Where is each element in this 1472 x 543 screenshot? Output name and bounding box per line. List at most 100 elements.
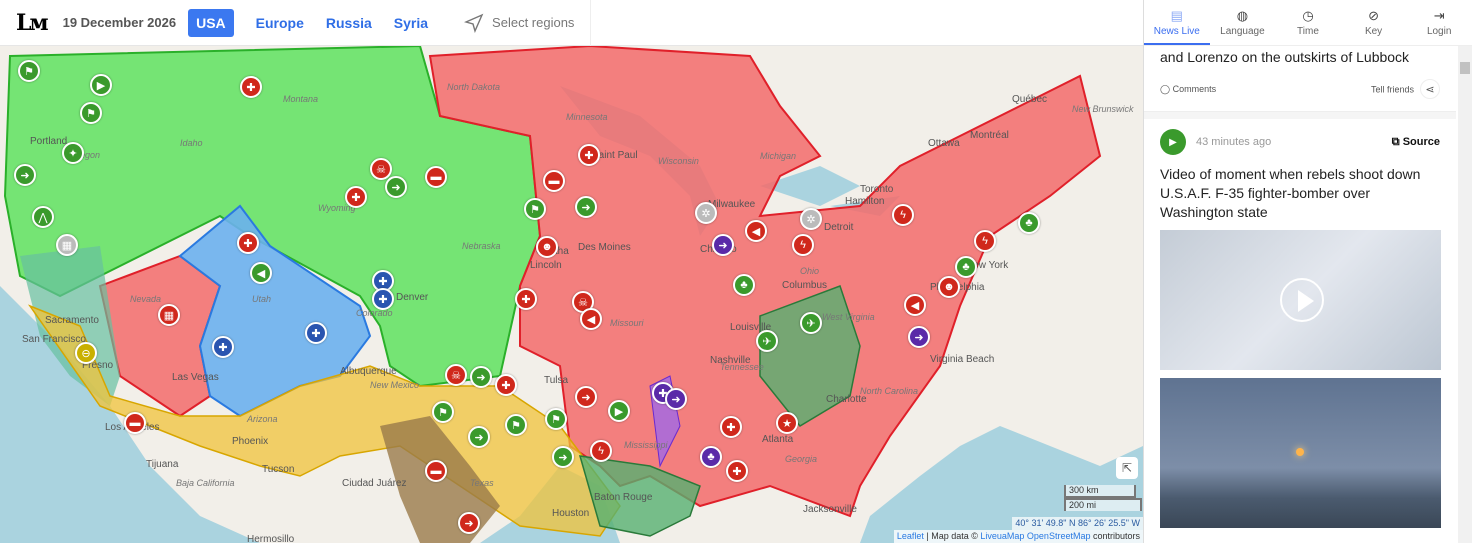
bomb-marker[interactable]: ✚ (345, 186, 367, 208)
bomb-marker[interactable]: ✚ (240, 76, 262, 98)
attribution-text: | Map data © (923, 531, 981, 541)
select-regions-label: Select regions (492, 15, 575, 30)
bomb-marker[interactable]: ✚ (495, 374, 517, 396)
rebel-flag-marker[interactable]: ⚑ (524, 198, 546, 220)
gun-marker[interactable]: ➜ (908, 326, 930, 348)
scrollbar-thumb[interactable] (1460, 62, 1470, 74)
gun-marker[interactable]: ➜ (552, 446, 574, 468)
region-tab-syria[interactable]: Syria (394, 15, 428, 31)
side-panel: ▤ News Live ◍ Language ◷ Time ⊘ Key ⇥ Login a… (1143, 0, 1472, 543)
destroyed-marker[interactable]: ✲ (695, 202, 717, 224)
comments-label: Comments (1172, 83, 1217, 94)
bomb-marker[interactable]: ✚ (515, 288, 537, 310)
play-icon[interactable] (1280, 278, 1324, 322)
star-marker[interactable]: ★ (776, 412, 798, 434)
megaphone-marker[interactable]: ◀ (745, 220, 767, 242)
select-regions-button[interactable]: Select regions (464, 0, 592, 46)
state-label: Colorado (356, 308, 393, 318)
truck-marker[interactable]: ▬ (124, 412, 146, 434)
map[interactable]: Montana Idaho Oregon Wyoming Nevada Utah… (0, 46, 1143, 543)
logo[interactable]: Lм (16, 10, 49, 36)
city-label: Hamilton (845, 196, 885, 207)
news-item-text[interactable]: and Lorenzo on the outskirts of Lubbock (1144, 46, 1456, 67)
protest-marker[interactable]: ☻ (536, 236, 558, 258)
gun-marker[interactable]: ➜ (458, 512, 480, 534)
state-label: North Carolina (860, 386, 919, 396)
video-player[interactable] (1160, 230, 1441, 370)
attribution-contributors: contributors (1090, 531, 1140, 541)
compass-icon: ⊘ (1368, 8, 1380, 23)
tab-login[interactable]: ⇥ Login (1406, 0, 1472, 45)
rebel-flag-marker[interactable]: ⚑ (432, 401, 454, 423)
bomb-marker[interactable]: ✚ (720, 416, 742, 438)
tell-friends-button[interactable]: Tell friends ⋖ (1371, 79, 1440, 99)
city-label: Des Moines (578, 242, 631, 253)
rebel-flag-marker[interactable]: ⚑ (545, 408, 567, 430)
state-label: North Dakota (447, 82, 501, 92)
rebel-marker[interactable]: ✦ (62, 142, 84, 164)
comments-button[interactable]: ◯ Comments (1160, 84, 1216, 95)
bomb-marker[interactable]: ✚ (237, 232, 259, 254)
lightning-marker[interactable]: ϟ (590, 440, 612, 462)
plane-marker[interactable]: ✈ (756, 330, 778, 352)
tab-news-live[interactable]: ▤ News Live (1144, 0, 1210, 45)
rebel-flag-marker[interactable]: ⚑ (80, 102, 102, 124)
state-label: Texas (470, 478, 494, 488)
medical-marker[interactable]: ✚ (305, 322, 327, 344)
tree-marker[interactable]: ♣ (955, 256, 977, 278)
region-tab-usa[interactable]: USA (188, 8, 234, 37)
tab-time[interactable]: ◷ Time (1275, 0, 1341, 45)
gun-marker[interactable]: ➜ (712, 234, 734, 256)
megaphone-marker[interactable]: ◀ (250, 262, 272, 284)
rebel-flag-marker[interactable]: ⚑ (505, 414, 527, 436)
feed-scrollbar[interactable] (1458, 46, 1472, 543)
death-marker[interactable]: ☠ (445, 364, 467, 386)
tree-marker[interactable]: ♣ (1018, 212, 1040, 234)
video-marker[interactable]: ▶ (90, 74, 112, 96)
truck-marker[interactable]: ▬ (425, 460, 447, 482)
rebel-marker[interactable]: ➜ (14, 164, 36, 186)
gun-marker[interactable]: ➜ (575, 196, 597, 218)
destroyed-marker[interactable]: ▦ (56, 234, 78, 256)
megaphone-marker[interactable]: ◀ (580, 308, 602, 330)
liveuamap-link[interactable]: LiveuaMap (980, 531, 1024, 541)
truck-marker[interactable]: ▬ (425, 166, 447, 188)
region-tab-europe[interactable]: Europe (256, 15, 304, 31)
bomb-marker[interactable]: ✚ (212, 336, 234, 358)
cursor-coordinates: 40° 31' 49.8" N 86° 26' 25.5" W (1012, 517, 1143, 530)
state-label: Nevada (130, 294, 162, 304)
bomb-marker[interactable]: ✚ (372, 288, 394, 310)
gun-marker[interactable]: ➜ (468, 426, 490, 448)
plane-marker[interactable]: ✈ (800, 312, 822, 334)
bomb-marker[interactable]: ✚ (726, 460, 748, 482)
gun-marker[interactable]: ➜ (575, 386, 597, 408)
osm-link[interactable]: OpenStreetMap (1027, 531, 1091, 541)
death-marker[interactable]: ☠ (370, 158, 392, 180)
destroyed-marker[interactable]: ▦ (158, 304, 180, 326)
news-item-text[interactable]: Video of moment when rebels shoot down U… (1144, 165, 1456, 222)
lightning-marker[interactable]: ϟ (974, 230, 996, 252)
lightning-marker[interactable]: ϟ (792, 234, 814, 256)
source-link[interactable]: ⧉ Source (1392, 136, 1440, 149)
lightning-marker[interactable]: ϟ (892, 204, 914, 226)
news-image[interactable] (1160, 378, 1441, 528)
blocked-marker[interactable]: ⊖ (75, 342, 97, 364)
tab-key[interactable]: ⊘ Key (1341, 0, 1407, 45)
megaphone-marker[interactable]: ◀ (904, 294, 926, 316)
tab-language[interactable]: ◍ Language (1210, 0, 1276, 45)
leaflet-link[interactable]: Leaflet (897, 531, 924, 541)
bomb-marker[interactable]: ✚ (578, 144, 600, 166)
region-tab-russia[interactable]: Russia (326, 15, 372, 31)
destroyed-marker[interactable]: ✲ (800, 208, 822, 230)
rebel-marker[interactable]: ➜ (385, 176, 407, 198)
video-marker[interactable]: ▶ (608, 400, 630, 422)
rebel-marker[interactable]: ⋀ (32, 206, 54, 228)
expand-map-button[interactable]: ⇱ (1116, 457, 1138, 479)
rebel-flag-marker[interactable]: ⚑ (18, 60, 40, 82)
gun-marker[interactable]: ➜ (470, 366, 492, 388)
protest-marker[interactable]: ☻ (938, 276, 960, 298)
gun-marker[interactable]: ➜ (665, 388, 687, 410)
tree-marker[interactable]: ♣ (700, 446, 722, 468)
tree-marker[interactable]: ♣ (733, 274, 755, 296)
truck-marker[interactable]: ▬ (543, 170, 565, 192)
